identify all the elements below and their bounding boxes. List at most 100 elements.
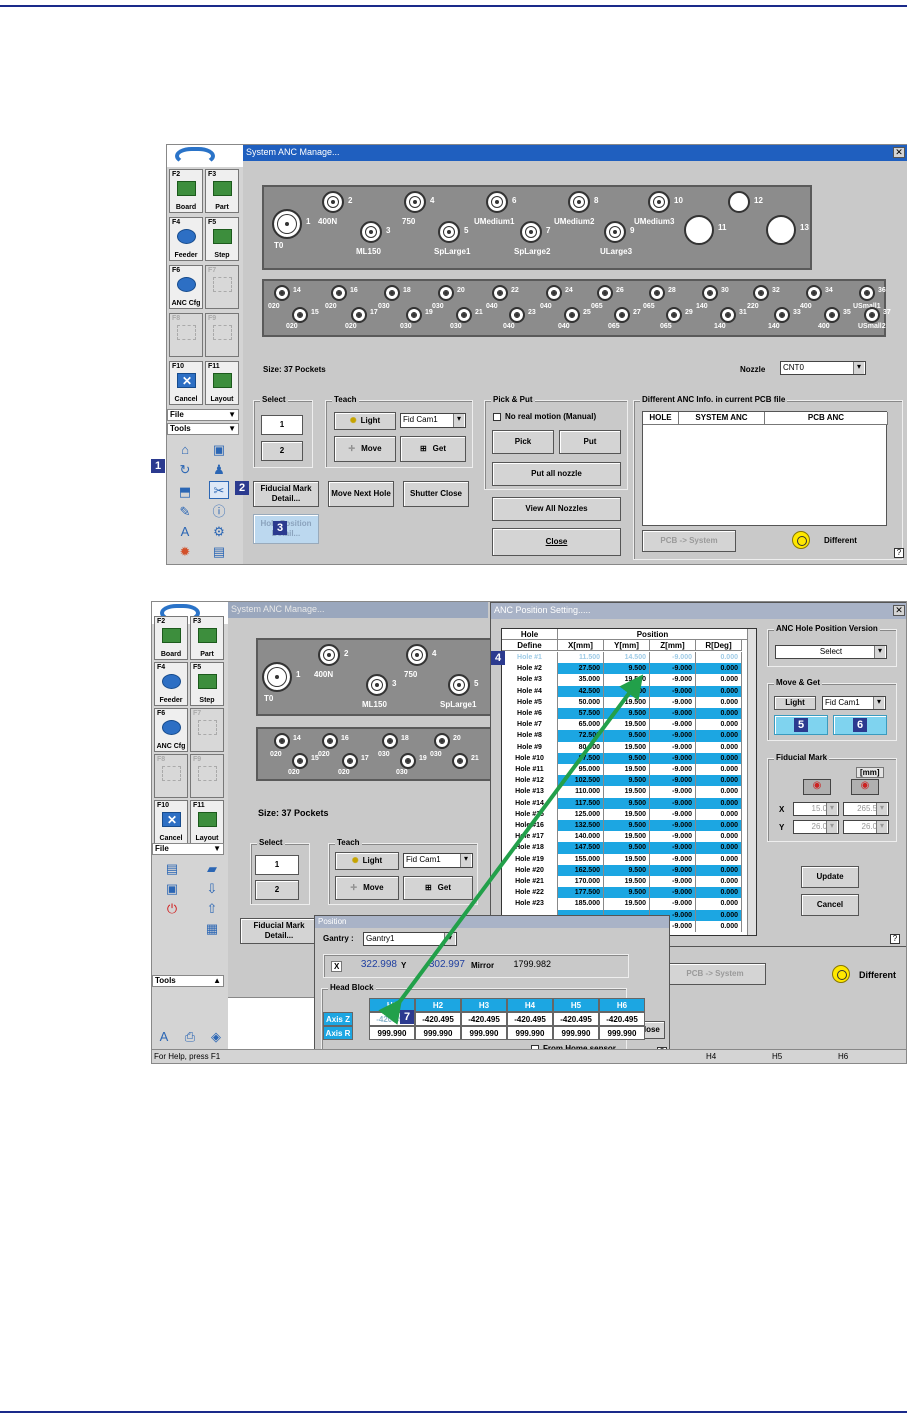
- shutter-close-button[interactable]: Shutter Close: [403, 481, 469, 507]
- put-all-nozzle-button[interactable]: Put all nozzle: [492, 462, 621, 486]
- fkey-f7[interactable]: F7: [205, 265, 239, 309]
- fkey-f2[interactable]: F2 Board: [154, 616, 188, 660]
- table-row[interactable]: Hole #7 65.000 19.500 -9.000 0.000: [502, 719, 756, 731]
- put-button[interactable]: Put: [559, 430, 621, 454]
- fkey-f4[interactable]: F4 Feeder: [154, 662, 188, 706]
- fid-x2-field[interactable]: 265.500: [843, 802, 889, 816]
- table-row[interactable]: Hole #9 80.000 19.500 -9.000 0.000: [502, 741, 756, 753]
- pick-button[interactable]: Pick: [492, 430, 554, 454]
- close-button[interactable]: Close: [492, 528, 621, 556]
- table-row[interactable]: Hole #21 170.000 19.500 -9.000 0.000: [502, 876, 756, 888]
- light-button[interactable]: ✺ Light: [334, 412, 396, 430]
- conveyor-icon[interactable]: ⬒: [175, 483, 195, 501]
- select-2-button[interactable]: 2: [261, 441, 303, 461]
- power-icon[interactable]: ⏻: [162, 900, 182, 918]
- tools-menu[interactable]: Tools ▼: [167, 423, 239, 435]
- version-select[interactable]: Select: [775, 645, 887, 659]
- table-row[interactable]: Hole #12 102.500 9.500 -9.000 0.000: [502, 775, 756, 787]
- fkey-f10[interactable]: F10 Cancel: [169, 361, 203, 405]
- table-row[interactable]: Hole #2 27.500 9.500 -9.000 0.000: [502, 663, 756, 675]
- print-icon-bottom[interactable]: ⎙: [180, 1028, 200, 1046]
- table-row[interactable]: Hole #17 140.000 19.500 -9.000 0.000: [502, 831, 756, 843]
- select-2-button-bottom[interactable]: 2: [255, 880, 299, 900]
- refresh-icon[interactable]: ↻: [175, 461, 195, 479]
- pcb-to-system-button-bottom[interactable]: PCB -> System: [664, 963, 766, 985]
- tools-menu-bottom[interactable]: Tools ▲: [152, 975, 224, 987]
- fkey-f6[interactable]: F6 ANC Cfg: [154, 708, 188, 752]
- fiducial-mark-detail-button-bottom[interactable]: Fiducial Mark Detail...: [240, 918, 318, 944]
- table-row[interactable]: Hole #15 125.000 19.500 -9.000 0.000: [502, 808, 756, 820]
- select-1-button-bottom[interactable]: 1: [255, 855, 299, 875]
- monitor-icon[interactable]: ▤: [209, 543, 229, 561]
- table-row[interactable]: Hole #11 95.000 19.500 -9.000 0.000: [502, 764, 756, 776]
- table-row[interactable]: Hole #4 42.500 9.500 -9.000 0.000: [502, 685, 756, 697]
- gear-icon[interactable]: ⚙: [209, 523, 229, 541]
- grid-scrollbar[interactable]: [747, 629, 756, 935]
- fkey-f9[interactable]: F9: [190, 754, 224, 798]
- anc-tool-icon[interactable]: ✂: [209, 481, 229, 499]
- fkey-f7[interactable]: F7: [190, 708, 224, 752]
- get-button-anc[interactable]: 6: [833, 715, 887, 735]
- calibrate-icon[interactable]: ▣: [209, 441, 229, 459]
- table-row[interactable]: Hole #1 11.500 14.500 -9.000 0.000: [502, 652, 756, 664]
- fkey-f8[interactable]: F8: [169, 313, 203, 357]
- fkey-f6[interactable]: F6 ANC Cfg: [169, 265, 203, 309]
- table-row[interactable]: Hole #14 117.500 9.500 -9.000 0.000: [502, 797, 756, 809]
- get-button[interactable]: ⊞ Get: [400, 436, 466, 462]
- table-row[interactable]: Hole #10 87.500 9.500 -9.000 0.000: [502, 752, 756, 764]
- get-button-bottom[interactable]: ⊞ Get: [403, 876, 473, 900]
- table-row[interactable]: Hole #6 57.500 9.500 -9.000 0.000: [502, 708, 756, 720]
- anc-dialog-close-icon[interactable]: ✕: [893, 605, 905, 616]
- table-row[interactable]: Hole #16 132.500 9.500 -9.000 0.000: [502, 820, 756, 832]
- close-window-button[interactable]: ✕: [893, 147, 905, 158]
- fkey-f5[interactable]: F5 Step: [205, 217, 239, 261]
- pcb-to-system-button[interactable]: PCB -> System: [642, 530, 736, 552]
- fid-y2-field[interactable]: 26.000: [843, 820, 889, 834]
- fid-y1-field[interactable]: 26.000: [793, 820, 839, 834]
- fkey-f9[interactable]: F9: [205, 313, 239, 357]
- info-icon[interactable]: ⓘ: [209, 503, 229, 521]
- gantry-select[interactable]: Gantry1: [363, 932, 457, 946]
- table-row[interactable]: Hole #13 110.000 19.500 -9.000 0.000: [502, 786, 756, 798]
- flame-icon[interactable]: ✹: [175, 543, 195, 561]
- fkey-f5[interactable]: F5 Step: [190, 662, 224, 706]
- cancel-button[interactable]: Cancel: [801, 894, 859, 916]
- table-row[interactable]: Hole #22 177.500 9.500 -9.000 0.000: [502, 887, 756, 899]
- fkey-f11[interactable]: F11 Layout: [205, 361, 239, 405]
- no-real-motion-checkbox[interactable]: [493, 413, 501, 421]
- fkey-f4[interactable]: F4 Feeder: [169, 217, 203, 261]
- table-row[interactable]: Hole #23 185.000 19.500 -9.000 0.000: [502, 898, 756, 910]
- file-menu-bottom[interactable]: File ▼: [152, 843, 224, 855]
- fkey-f2[interactable]: F2 Board: [169, 169, 203, 213]
- table-row[interactable]: Hole #20 162.500 9.500 -9.000 0.000: [502, 864, 756, 876]
- fkey-f3[interactable]: F3 Part: [190, 616, 224, 660]
- fid-cam-select-anc[interactable]: Fid Cam1: [822, 696, 886, 710]
- help-icon[interactable]: ?: [894, 548, 904, 558]
- user-icon[interactable]: ♟: [209, 461, 229, 479]
- network-icon[interactable]: ▦: [202, 920, 222, 938]
- export-icon[interactable]: ⇧: [202, 900, 222, 918]
- pen-icon[interactable]: ✎: [175, 503, 195, 521]
- cube-icon-bottom[interactable]: ◈: [206, 1028, 226, 1046]
- light-button-bottom[interactable]: ✺ Light: [335, 852, 399, 870]
- import-icon[interactable]: ⇩: [202, 880, 222, 898]
- document-icon[interactable]: ▤: [162, 860, 182, 878]
- fiducial-mark-detail-button[interactable]: Fiducial Mark Detail...: [253, 481, 319, 507]
- table-row[interactable]: Hole #19 155.000 19.500 -9.000 0.000: [502, 853, 756, 865]
- fkey-f11[interactable]: F11 Layout: [190, 800, 224, 844]
- table-row[interactable]: Hole #18 147.500 9.500 -9.000 0.000: [502, 842, 756, 854]
- anc-help-icon[interactable]: ?: [890, 934, 900, 944]
- table-row[interactable]: Hole #8 72.500 9.500 -9.000 0.000: [502, 730, 756, 742]
- move-next-hole-button[interactable]: Move Next Hole: [328, 481, 394, 507]
- home-icon[interactable]: ⌂: [175, 441, 195, 459]
- select-1-button[interactable]: 1: [261, 415, 303, 435]
- view-all-nozzles-button[interactable]: View All Nozzles: [492, 497, 621, 521]
- move-button-bottom[interactable]: ✛ Move: [335, 876, 399, 900]
- fid-cam-select[interactable]: Fid Cam1: [400, 413, 466, 428]
- folder-open-icon[interactable]: ▰: [202, 860, 222, 878]
- text-icon-bottom[interactable]: A: [154, 1028, 174, 1046]
- table-row[interactable]: Hole #3 35.000 19.500 -9.000 0.000: [502, 674, 756, 686]
- light-button-anc[interactable]: Light: [774, 696, 816, 710]
- text-icon[interactable]: A: [175, 523, 195, 541]
- table-row[interactable]: Hole #5 50.000 19.500 -9.000 0.000: [502, 696, 756, 708]
